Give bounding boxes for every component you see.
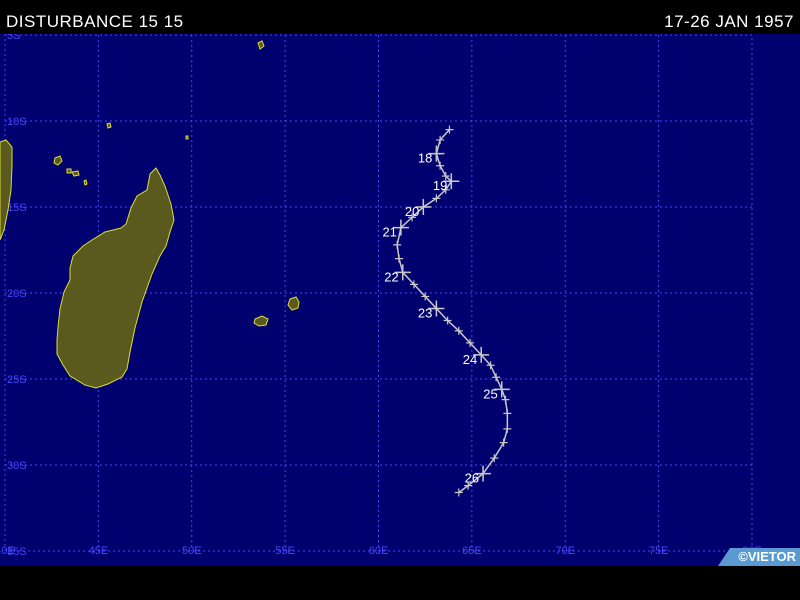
lon-label: 45E [89,545,109,557]
day-label: 18 [418,151,432,166]
lat-label: 30S [7,460,27,472]
outer-island [185,135,189,140]
mayotte-island [83,179,88,186]
day-label: 21 [382,225,396,240]
comoros-island [66,168,72,174]
date-range: 17-26 JAN 1957 [664,12,794,31]
lon-label: 55E [275,545,295,557]
day-label: 26 [465,471,479,486]
lat-label: 10S [7,116,27,128]
lat-label: 20S [7,288,27,300]
outer-island [106,122,112,129]
lon-label: 70E [555,545,575,557]
lon-label: 75E [649,545,669,557]
day-label: 25 [483,386,497,401]
day-label: 23 [418,305,432,320]
lon-label: 40E [0,545,15,557]
lon-label: 50E [182,545,202,557]
day-label: 22 [384,269,398,284]
lon-label: 60E [369,545,389,557]
day-label: 20 [405,204,419,219]
credit-badge: ©VIETOR [718,548,800,566]
lat-label: 5S [7,34,20,42]
track-map: 5S10S15S20S25S30S35S40E45E50E55E60E65E70… [0,34,800,566]
lat-label: 15S [7,202,27,214]
lon-label: 65E [462,545,482,557]
storm-title: DISTURBANCE 15 15 [6,12,184,31]
lat-label: 25S [7,374,27,386]
day-label: 24 [463,352,477,367]
day-label: 19 [433,178,447,193]
